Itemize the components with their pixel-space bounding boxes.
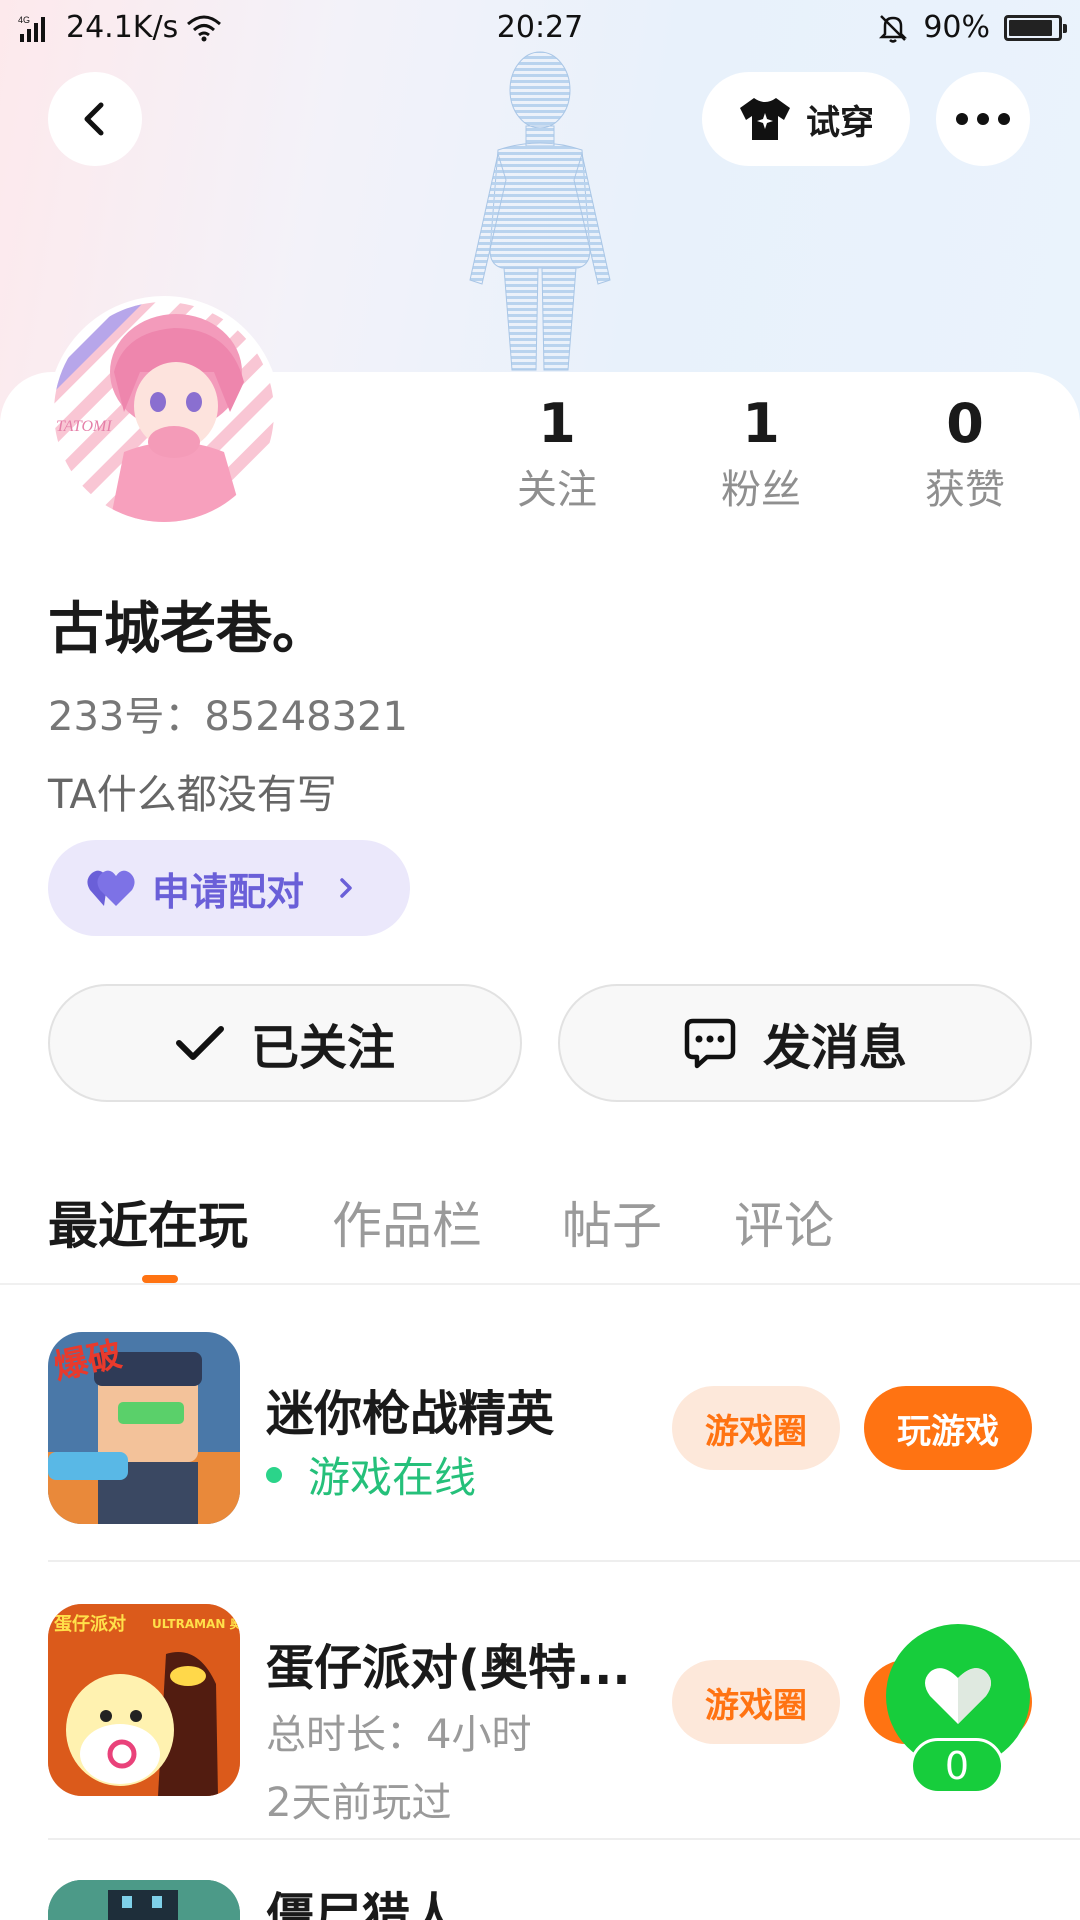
game-row[interactable]: 僵尸猎人: [0, 1880, 1080, 1920]
active-tab-indicator: [142, 1275, 178, 1283]
row-divider: [48, 1560, 1080, 1562]
game-circle-button[interactable]: 游戏圈: [672, 1386, 840, 1470]
avatar[interactable]: TATOMI: [48, 296, 280, 528]
tab-posts[interactable]: 帖子: [562, 1186, 662, 1258]
following-label: 关注: [517, 467, 597, 513]
try-on-label: 试穿: [806, 102, 874, 143]
username: 古城老巷。: [48, 597, 328, 662]
pair-request-label: 申请配对: [152, 869, 305, 914]
likes-label: 获赞: [925, 467, 1005, 513]
followers-count: 1: [742, 392, 780, 455]
battery-icon: [1004, 14, 1067, 41]
battery-fill: [1009, 19, 1053, 36]
game-online-status: 游戏在线: [266, 1444, 476, 1505]
game-last-played: 2天前玩过: [266, 1780, 452, 1826]
more-button[interactable]: [936, 72, 1030, 166]
game-circle-button[interactable]: 游戏圈: [672, 1660, 840, 1744]
tab-comments[interactable]: 评论: [734, 1186, 834, 1258]
pair-request-button[interactable]: 申请配对: [48, 840, 410, 936]
following-count: 1: [538, 392, 576, 455]
send-message-label: 发消息: [762, 1020, 907, 1076]
heart-pair-icon: [87, 870, 135, 906]
game-icon-eggy-party: 蛋仔派对 ULTRAMAN 奥特曼: [48, 1604, 240, 1796]
status-bar: 4G 24.1K/s 20:27 90%: [0, 0, 1080, 56]
stat-following[interactable]: 1 关注: [472, 392, 642, 518]
svg-text:蛋仔派对: 蛋仔派对: [54, 1613, 126, 1635]
profile-tabs: 最近在玩 作品栏 帖子 评论: [0, 1186, 1080, 1282]
game-icon-zombie-hunter: [48, 1880, 240, 1920]
heart-icon: [925, 1668, 991, 1724]
user-id: 233号：85248321: [48, 694, 408, 740]
tshirt-icon: [740, 98, 790, 140]
back-button[interactable]: [48, 72, 142, 166]
svg-text:ULTRAMAN 奥特曼: ULTRAMAN 奥特曼: [152, 1616, 240, 1631]
try-on-button[interactable]: 试穿: [702, 72, 910, 166]
likes-count: 0: [946, 392, 984, 455]
tab-recently-played[interactable]: 最近在玩: [48, 1186, 248, 1258]
game-title: 蛋仔派对(奥特...: [266, 1640, 631, 1696]
avatar-3d-figure: [469, 51, 611, 371]
chevron-right-icon: [340, 878, 352, 898]
online-dot: [266, 1466, 282, 1483]
more-dots-icon: [956, 113, 1010, 125]
stat-followers[interactable]: 1 粉丝: [676, 392, 846, 518]
send-message-button[interactable]: 发消息: [558, 984, 1032, 1102]
status-right: 90%: [877, 10, 1067, 45]
like-count: 0: [910, 1738, 1004, 1794]
row-divider: [48, 1838, 1080, 1840]
followed-label: 已关注: [250, 1020, 395, 1076]
stat-likes[interactable]: 0 获赞: [880, 392, 1050, 518]
avatar-watermark: TATOMI: [56, 418, 112, 435]
followed-button[interactable]: 已关注: [48, 984, 522, 1102]
followers-label: 粉丝: [721, 467, 801, 513]
checkmark-icon: [175, 1026, 224, 1060]
tab-works[interactable]: 作品栏: [332, 1186, 482, 1258]
game-title: 迷你枪战精英: [266, 1386, 555, 1442]
tabs-divider: [0, 1283, 1080, 1285]
game-title: 僵尸猎人: [266, 1888, 459, 1920]
chevron-left-icon: [84, 102, 104, 136]
battery-percent: 90%: [923, 10, 990, 45]
game-online-label: 游戏在线: [308, 1453, 477, 1502]
user-bio: TA什么都没有写: [48, 772, 337, 818]
game-total-duration: 总时长：4小时: [266, 1712, 532, 1758]
chat-bubble-icon: [684, 1018, 736, 1069]
game-row[interactable]: 爆破 迷你枪战精英 游戏在线 游戏圈 玩游戏: [0, 1332, 1080, 1562]
avatar-image: [54, 302, 274, 522]
game-icon-mini-gunfight: 爆破: [48, 1332, 240, 1524]
bell-muted-icon: [879, 14, 908, 43]
play-game-button[interactable]: 玩游戏: [864, 1386, 1032, 1470]
